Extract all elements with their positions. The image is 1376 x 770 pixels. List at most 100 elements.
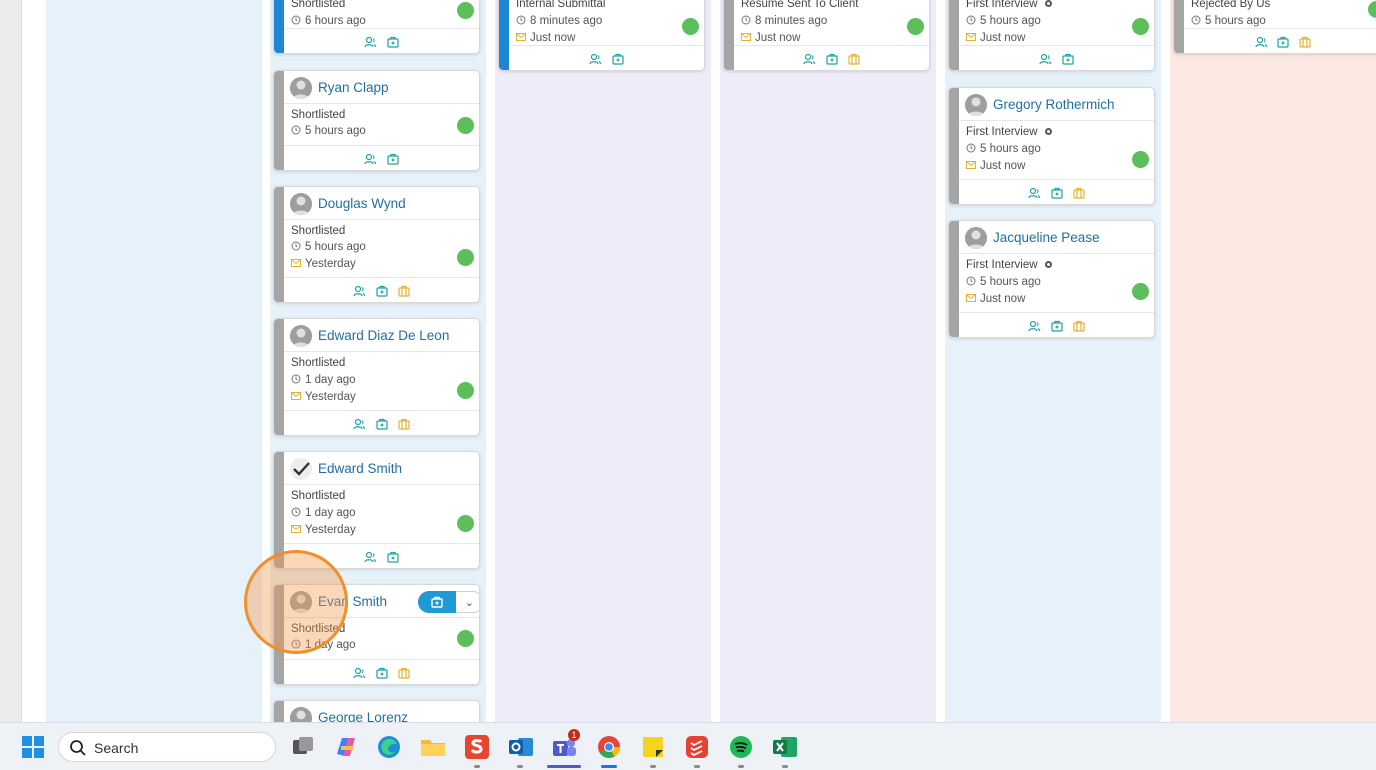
contact-icon[interactable] [364,35,377,48]
card-header: Edward Diaz De Leon [284,319,479,352]
job-icon[interactable] [612,52,624,65]
outlook-icon[interactable] [506,732,536,762]
contact-icon[interactable] [1028,186,1041,199]
briefcase-icon[interactable] [398,417,410,430]
last-activity: 5 hours ago [1191,15,1266,27]
last-activity: 5 hours ago [291,241,366,253]
time-text: 5 hours ago [1205,15,1266,27]
envelope-icon [291,391,301,401]
email-text: Just now [755,32,801,44]
taskbar-search-box[interactable]: Search [58,732,276,762]
recruiting-board-window: Shortlisted 6 hours ago Ryan Clapp Short… [0,0,1376,722]
teams-icon[interactable]: 1 [549,729,580,762]
candidate-name[interactable]: George Lorenz [318,710,408,722]
job-icon[interactable] [387,35,399,48]
candidate-name[interactable]: Edward Smith [318,461,402,476]
candidate-card[interactable]: Gregory Rothermich First Interview 5 hou… [948,87,1155,205]
active-indicator [547,765,581,768]
candidate-name[interactable]: Evan Smith [318,594,387,609]
job-icon[interactable] [1050,186,1063,199]
job-icon[interactable] [375,417,388,430]
candidate-card[interactable]: Jacqueline Pease First Interview 5 hours… [948,220,1155,338]
card-footer [284,410,479,435]
column-internal-submittal [495,0,711,722]
candidate-name[interactable]: Edward Diaz De Leon [318,328,449,343]
file-explorer-icon[interactable] [418,732,448,762]
chevron-down-icon[interactable]: ⌄ [465,596,474,609]
candidate-name[interactable]: Douglas Wynd [318,196,406,211]
job-icon[interactable] [375,666,388,679]
candidate-card[interactable]: Evan Smith ⌄ Shortlisted 1 day ago [273,584,480,685]
running-indicator [694,765,700,768]
candidate-card[interactable]: First Interview 5 hours ago Just now [948,0,1155,71]
candidate-card[interactable]: Internal Submittal 8 minutes ago Just no… [498,0,705,71]
submit-to-job-button[interactable] [418,591,456,613]
card-header: Jacqueline Pease [959,221,1154,254]
excel-icon[interactable] [770,732,800,762]
job-icon[interactable] [1050,319,1063,332]
briefcase-icon[interactable] [398,666,410,679]
card-header: George Lorenz [284,701,479,722]
briefcase-icon[interactable] [398,284,410,297]
candidate-card[interactable]: Rejected By Us 5 hours ago [1173,0,1376,54]
contact-icon[interactable] [1028,319,1041,332]
contact-icon[interactable] [589,52,602,65]
last-email: Just now [516,32,575,44]
candidate-card[interactable]: George Lorenz [273,700,480,722]
last-activity: 1 day ago [291,507,356,519]
clock-icon [291,507,301,517]
todoist-icon[interactable] [682,732,712,762]
last-email: Just now [741,32,800,44]
spotify-icon[interactable] [726,732,756,762]
briefcase-icon[interactable] [848,52,860,65]
job-icon[interactable] [1062,52,1074,65]
job-icon[interactable] [1277,35,1289,48]
candidate-card[interactable]: Ryan Clapp Shortlisted 5 hours ago [273,70,480,171]
candidate-status: Shortlisted [291,357,346,369]
time-text: 5 hours ago [980,15,1041,27]
settings-icon[interactable] [1044,0,1052,7]
column-resume-sent [720,0,936,722]
card-header: Evan Smith ⌄ [284,585,479,618]
briefcase-icon[interactable] [1299,35,1312,48]
clock-icon [966,15,976,25]
candidate-card[interactable]: Edward Smith Shortlisted 1 day ago Yeste… [273,451,480,569]
checkmark-icon[interactable] [290,458,312,480]
contact-icon[interactable] [353,284,366,297]
edge-icon[interactable] [374,732,404,762]
last-activity: 8 minutes ago [741,15,827,27]
job-icon[interactable] [825,52,838,65]
candidate-name[interactable]: Jacqueline Pease [993,230,1100,245]
job-icon[interactable] [375,284,388,297]
job-icon[interactable] [387,152,399,165]
briefcase-icon[interactable] [1073,319,1085,332]
candidate-name[interactable]: Ryan Clapp [318,80,389,95]
chrome-icon[interactable] [594,732,624,762]
contact-icon[interactable] [364,152,377,165]
settings-icon[interactable] [1044,128,1052,135]
last-email: Yesterday [291,524,356,536]
job-icon[interactable] [387,550,399,563]
windows-start-icon[interactable] [18,732,48,762]
contact-icon[interactable] [1039,52,1052,65]
candidate-card[interactable]: Edward Diaz De Leon Shortlisted 1 day ag… [273,318,480,436]
candidate-card[interactable]: Douglas Wynd Shortlisted 5 hours ago Yes… [273,186,480,303]
contact-icon[interactable] [353,666,366,679]
sticky-notes-icon[interactable] [638,732,668,762]
settings-icon[interactable] [1044,261,1052,268]
briefcase-icon[interactable] [1073,186,1085,199]
contact-icon[interactable] [364,550,377,563]
card-stripe [274,71,284,170]
card-actions[interactable]: ⌄ [418,591,479,613]
candidate-card[interactable]: Resume Sent To Client 8 minutes ago Just… [723,0,930,71]
clock-icon [966,143,976,153]
clock-icon [1191,15,1201,25]
snagit-icon[interactable] [462,732,492,762]
copilot-icon[interactable] [331,732,361,762]
task-view-icon[interactable] [288,732,318,762]
candidate-card[interactable]: Shortlisted 6 hours ago [273,0,480,54]
candidate-name[interactable]: Gregory Rothermich [993,97,1115,112]
contact-icon[interactable] [1254,35,1267,48]
contact-icon[interactable] [353,417,366,430]
contact-icon[interactable] [803,52,816,65]
